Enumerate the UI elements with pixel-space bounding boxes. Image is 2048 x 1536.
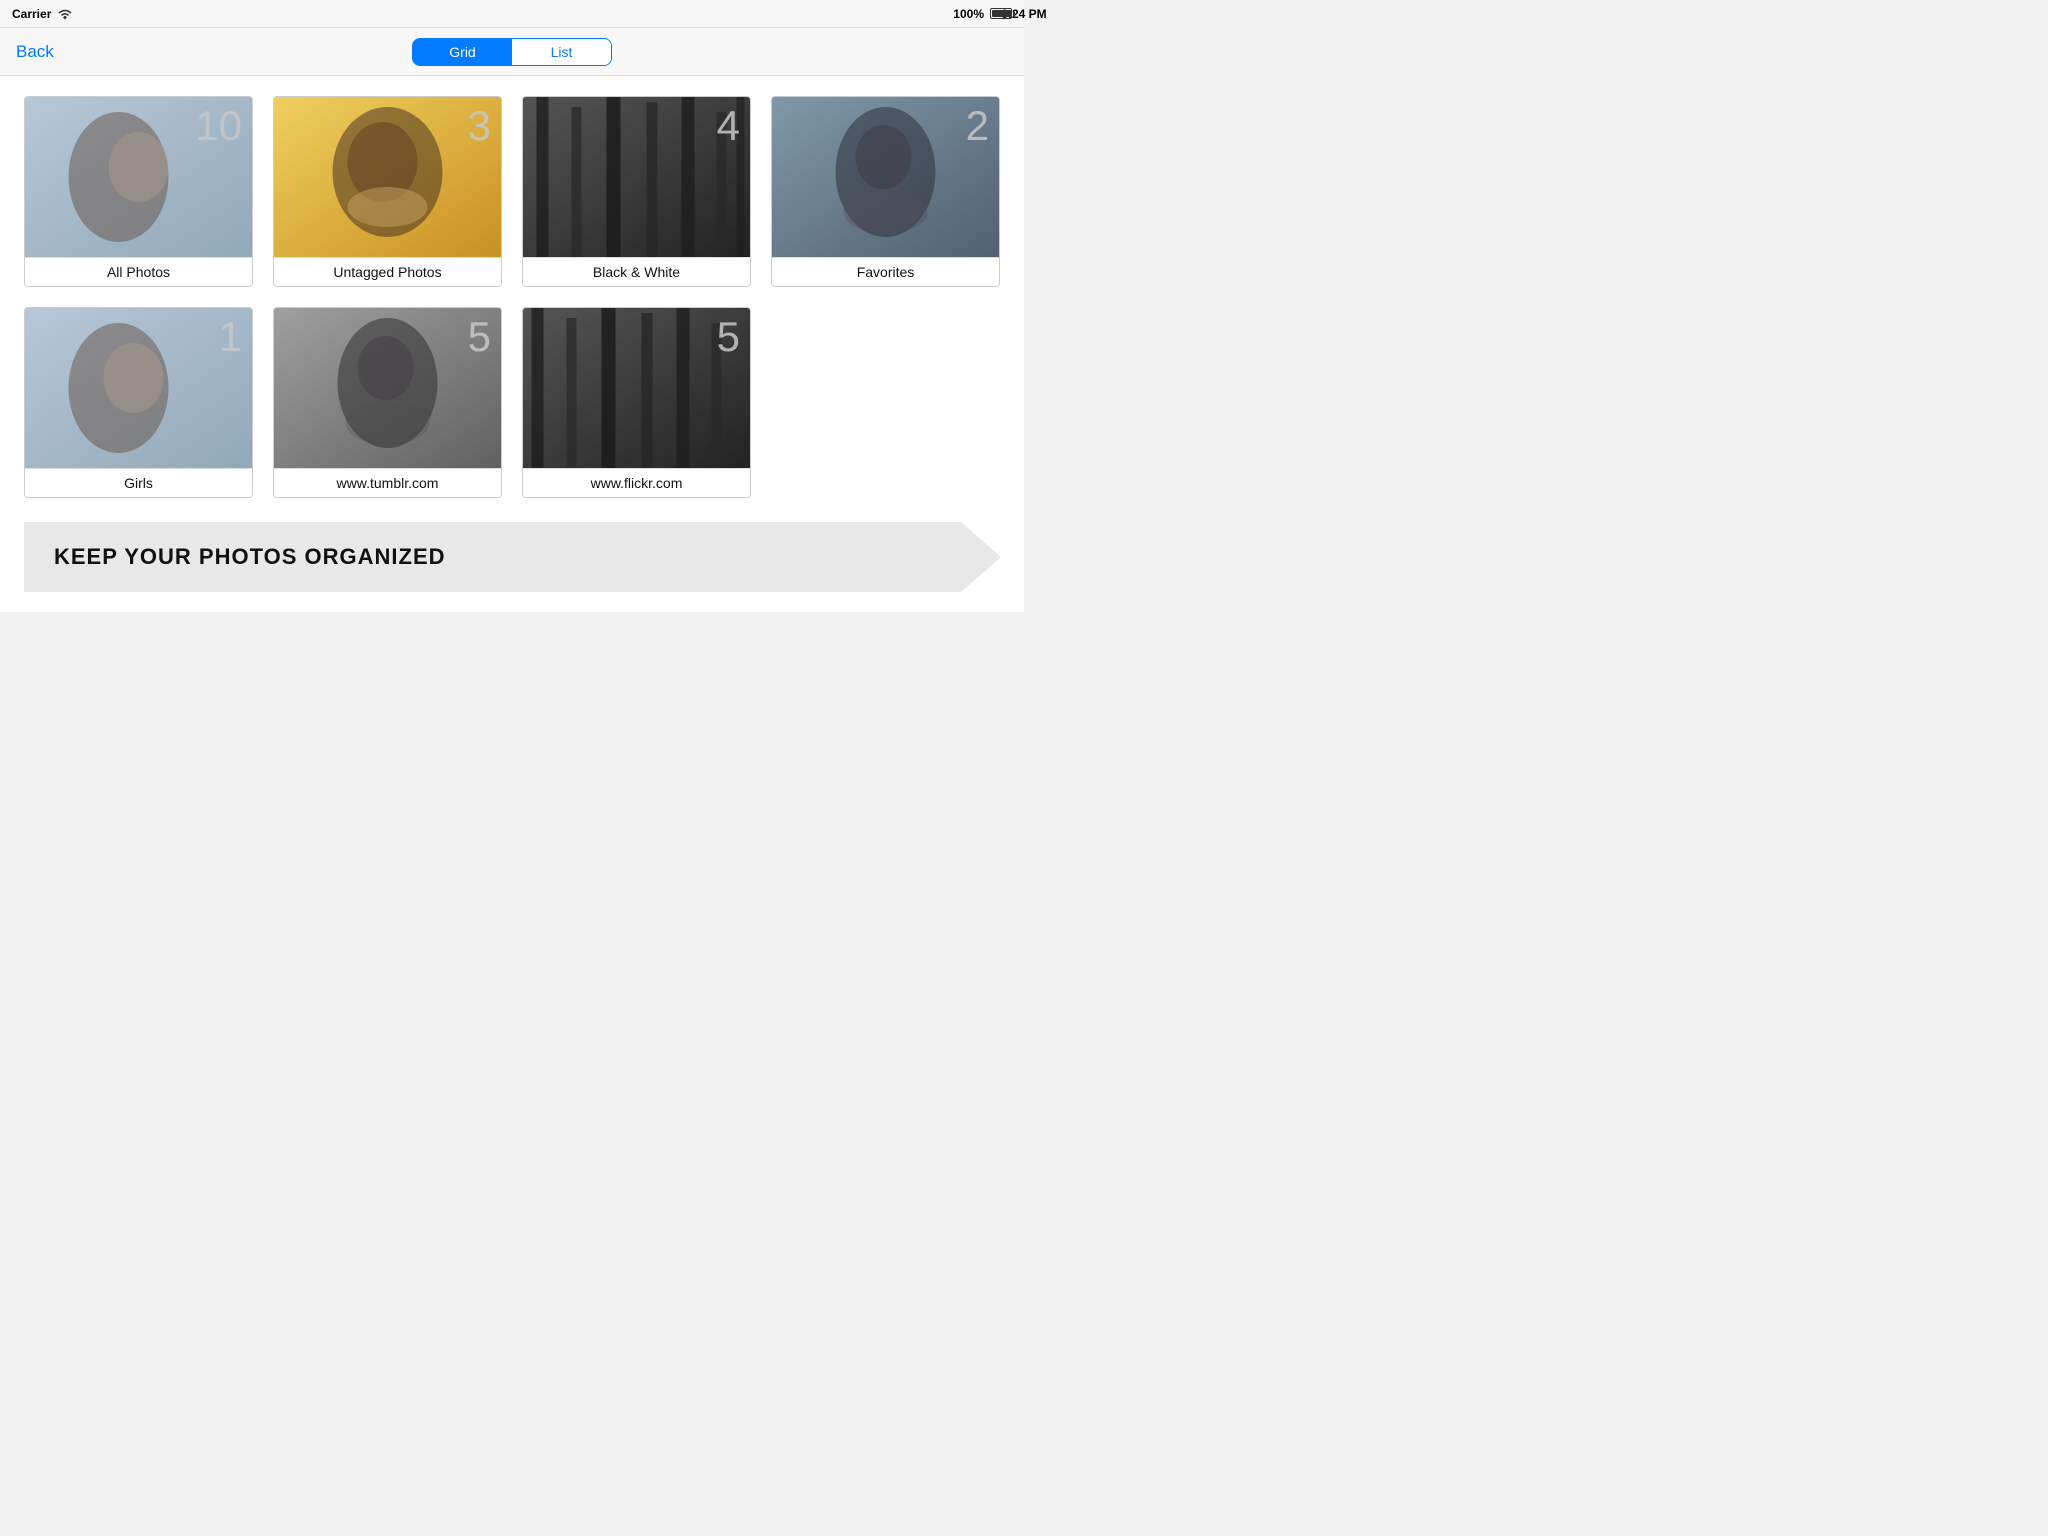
promo-banner: KEEP YOUR PHOTOS ORGANIZED <box>24 522 1000 592</box>
album-item-untagged[interactable]: 3 Untagged Photos <box>273 96 502 287</box>
album-item-favorites[interactable]: 2 Favorites <box>771 96 1000 287</box>
segmented-control: Grid List <box>412 38 612 66</box>
album-label-flickr: www.flickr.com <box>523 468 750 497</box>
battery-percent: 100% <box>953 7 984 21</box>
album-label-bw: Black & White <box>523 257 750 286</box>
album-label-girls: Girls <box>25 468 252 497</box>
album-label-all-photos: All Photos <box>25 257 252 286</box>
album-thumb-all-photos: 10 <box>25 97 252 257</box>
album-count-girls: 1 <box>219 316 242 358</box>
album-item-girls[interactable]: 1 Girls <box>24 307 253 498</box>
back-button[interactable]: Back <box>16 42 54 62</box>
album-count-untagged: 3 <box>468 105 491 147</box>
album-item-bw[interactable]: 4 Black & White <box>522 96 751 287</box>
main-content: 10 All Photos <box>0 76 1024 612</box>
album-count-tumblr: 5 <box>468 316 491 358</box>
grid-tab[interactable]: Grid <box>413 39 512 65</box>
album-thumb-girls: 1 <box>25 308 252 468</box>
album-thumb-tumblr: 5 <box>274 308 501 468</box>
status-right: 100% <box>953 7 1012 21</box>
album-thumb-untagged: 3 <box>274 97 501 257</box>
status-left: Carrier <box>12 7 73 21</box>
list-tab[interactable]: List <box>512 39 611 65</box>
album-count-bw: 4 <box>717 105 740 147</box>
album-grid-row1: 10 All Photos <box>24 96 1000 287</box>
album-thumb-bw: 4 <box>523 97 750 257</box>
album-label-untagged: Untagged Photos <box>274 257 501 286</box>
album-count-flickr: 5 <box>717 316 740 358</box>
album-count-all-photos: 10 <box>195 105 242 147</box>
carrier-label: Carrier <box>12 7 51 21</box>
battery-icon <box>990 8 1012 19</box>
album-item-flickr[interactable]: 5 www.flickr.com <box>522 307 751 498</box>
album-grid-row2: 1 Girls <box>24 307 1000 498</box>
album-count-favorites: 2 <box>966 105 989 147</box>
wifi-icon <box>57 8 73 20</box>
nav-bar: Back Grid List <box>0 28 1024 76</box>
album-item-all-photos[interactable]: 10 All Photos <box>24 96 253 287</box>
status-bar: Carrier 9:24 PM 100% <box>0 0 1024 28</box>
album-item-tumblr[interactable]: 5 www.tumblr.com <box>273 307 502 498</box>
album-thumb-favorites: 2 <box>772 97 999 257</box>
banner-text: KEEP YOUR PHOTOS ORGANIZED <box>54 544 446 569</box>
album-label-favorites: Favorites <box>772 257 999 286</box>
album-label-tumblr: www.tumblr.com <box>274 468 501 497</box>
album-thumb-flickr: 5 <box>523 308 750 468</box>
